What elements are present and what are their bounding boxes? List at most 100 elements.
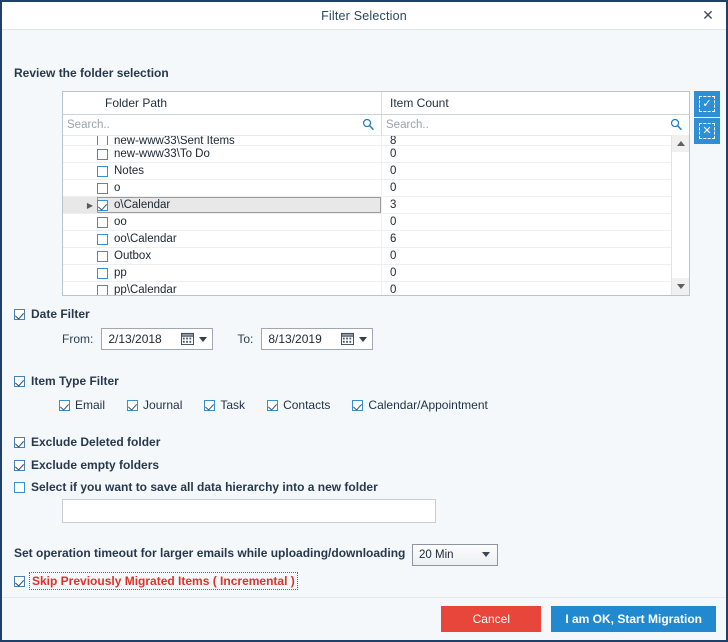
- expander-placeholder: ▶: [83, 136, 97, 145]
- start-migration-button[interactable]: I am OK, Start Migration: [551, 606, 716, 632]
- table-row[interactable]: ▶ o 0: [63, 180, 689, 197]
- row-checkbox[interactable]: [97, 199, 108, 211]
- expander-placeholder: ▶: [83, 150, 97, 159]
- title-bar: Filter Selection ✕: [2, 2, 726, 30]
- folder-path-label: Outbox: [114, 250, 152, 262]
- item-type-option[interactable]: Calendar/Appointment: [352, 398, 488, 412]
- row-checkbox[interactable]: [97, 233, 108, 245]
- exclude-empty-option[interactable]: Exclude empty folders: [14, 458, 159, 472]
- table-row[interactable]: ▶ Outbox 0: [63, 248, 689, 265]
- grid-search-row: [63, 115, 689, 136]
- item-type-checkbox[interactable]: [267, 399, 279, 411]
- exclude-deleted-label: Exclude Deleted folder: [31, 435, 161, 449]
- item-type-filter-checkbox[interactable]: [14, 375, 25, 387]
- item-type-label: Calendar/Appointment: [368, 398, 488, 412]
- table-row[interactable]: ▶ new-www33\Sent Items 8: [63, 136, 689, 146]
- skip-migrated-option[interactable]: Skip Previously Migrated Items ( Increme…: [14, 572, 298, 590]
- row-checkbox[interactable]: [97, 165, 108, 177]
- timeout-select[interactable]: 20 Min: [412, 544, 498, 566]
- row-checkbox[interactable]: [97, 216, 108, 228]
- calendar-icon[interactable]: [341, 332, 355, 346]
- item-type-checkbox[interactable]: [127, 399, 139, 411]
- column-header-folder-path[interactable]: Folder Path: [63, 92, 381, 114]
- exclude-deleted-checkbox[interactable]: [14, 436, 25, 448]
- check-all-button[interactable]: ✓: [694, 91, 720, 117]
- search-input-folder-path[interactable]: [63, 119, 381, 131]
- table-cell-item-count: 8: [381, 136, 689, 145]
- table-cell-item-count: 0: [381, 248, 689, 264]
- date-filter-label: Date Filter: [31, 307, 90, 321]
- table-row[interactable]: ▶ new-www33\To Do 0: [63, 146, 689, 163]
- date-filter-checkbox[interactable]: [14, 308, 25, 320]
- row-checkbox[interactable]: [97, 284, 108, 295]
- item-type-label: Task: [220, 398, 246, 412]
- date-to-label: To:: [237, 332, 254, 346]
- item-type-option[interactable]: Contacts: [267, 398, 330, 412]
- column-header-item-count[interactable]: Item Count: [381, 92, 689, 114]
- chevron-down-icon: [482, 552, 490, 557]
- column-header-item-count-label: Item Count: [390, 96, 449, 110]
- item-type-option[interactable]: Task: [204, 398, 245, 412]
- cancel-button[interactable]: Cancel: [441, 606, 542, 632]
- folder-path-label: Notes: [114, 165, 145, 177]
- skip-migrated-label: Skip Previously Migrated Items ( Increme…: [29, 572, 298, 590]
- hierarchy-folder-field[interactable]: [62, 499, 436, 523]
- folder-grid: Folder Path Item Count Search.. Search..…: [62, 91, 690, 296]
- row-checkbox[interactable]: [97, 267, 108, 279]
- item-type-filter-label: Item Type Filter: [31, 374, 119, 388]
- table-cell-item-count: 0: [381, 265, 689, 281]
- item-type-option[interactable]: Journal: [127, 398, 182, 412]
- table-row[interactable]: ▶ Notes 0: [63, 163, 689, 180]
- table-cell-item-count: 0: [381, 163, 689, 179]
- table-row[interactable]: ▶ o\Calendar 3: [63, 197, 689, 214]
- hierarchy-folder-input[interactable]: [63, 500, 435, 522]
- folder-path-label: o: [114, 182, 121, 194]
- dialog-body: Review the folder selection Folder Path …: [2, 30, 726, 640]
- save-hierarchy-label: Select if you want to save all data hier…: [31, 480, 378, 494]
- search-cell-count: [381, 115, 689, 135]
- grid-header: Folder Path Item Count: [63, 92, 689, 115]
- item-type-checkbox[interactable]: [59, 399, 70, 411]
- table-row[interactable]: ▶ pp\Calendar 0: [63, 282, 689, 295]
- uncheck-all-button[interactable]: ✕: [694, 118, 720, 144]
- row-checkbox[interactable]: [97, 148, 108, 160]
- check-icon: ✓: [699, 96, 715, 112]
- item-type-checkbox[interactable]: [352, 399, 364, 411]
- date-filter-option[interactable]: Date Filter: [14, 307, 90, 321]
- expander-placeholder: ▶: [83, 184, 97, 193]
- date-from-field[interactable]: 2/13/2018: [101, 328, 214, 350]
- table-cell-folder-path: ▶ o\Calendar: [63, 197, 381, 213]
- table-row[interactable]: ▶ pp 0: [63, 265, 689, 282]
- table-row[interactable]: ▶ oo 0: [63, 214, 689, 231]
- save-hierarchy-option[interactable]: Select if you want to save all data hier…: [14, 480, 378, 494]
- exclude-empty-checkbox[interactable]: [14, 459, 25, 471]
- expander-placeholder: ▶: [83, 167, 97, 176]
- date-range-row: From: 2/13/2018 To: 8/13/2019: [62, 328, 374, 350]
- item-type-filter-option[interactable]: Item Type Filter: [14, 374, 119, 388]
- table-cell-item-count: 0: [381, 180, 689, 196]
- exclude-empty-label: Exclude empty folders: [31, 458, 160, 472]
- exclude-deleted-option[interactable]: Exclude Deleted folder: [14, 435, 160, 449]
- date-to-dropdown-arrow[interactable]: [359, 337, 368, 342]
- save-hierarchy-checkbox[interactable]: [14, 481, 25, 493]
- scroll-down-button[interactable]: [672, 278, 689, 295]
- expand-row-icon[interactable]: ▶: [83, 201, 97, 210]
- item-type-checkbox[interactable]: [204, 399, 216, 411]
- skip-migrated-checkbox[interactable]: [14, 575, 25, 587]
- grid-side-actions: ✓ ✕: [694, 91, 720, 145]
- date-to-field[interactable]: 8/13/2019: [261, 328, 374, 350]
- row-checkbox[interactable]: [97, 136, 108, 145]
- close-icon[interactable]: ✕: [696, 5, 720, 25]
- column-header-folder-path-label: Folder Path: [105, 96, 168, 110]
- row-checkbox[interactable]: [97, 182, 108, 194]
- row-checkbox[interactable]: [97, 250, 108, 262]
- table-cell-folder-path: ▶ Notes: [63, 163, 381, 179]
- item-type-option[interactable]: Email: [59, 398, 105, 412]
- calendar-icon[interactable]: [181, 332, 195, 346]
- scroll-up-button[interactable]: [672, 135, 689, 152]
- table-row[interactable]: ▶ oo\Calendar 6: [63, 231, 689, 248]
- folder-path-label: new-www33\Sent Items: [114, 136, 235, 146]
- date-from-dropdown-arrow[interactable]: [199, 337, 208, 342]
- search-input-item-count[interactable]: [382, 119, 689, 131]
- grid-vertical-scrollbar[interactable]: [671, 135, 689, 295]
